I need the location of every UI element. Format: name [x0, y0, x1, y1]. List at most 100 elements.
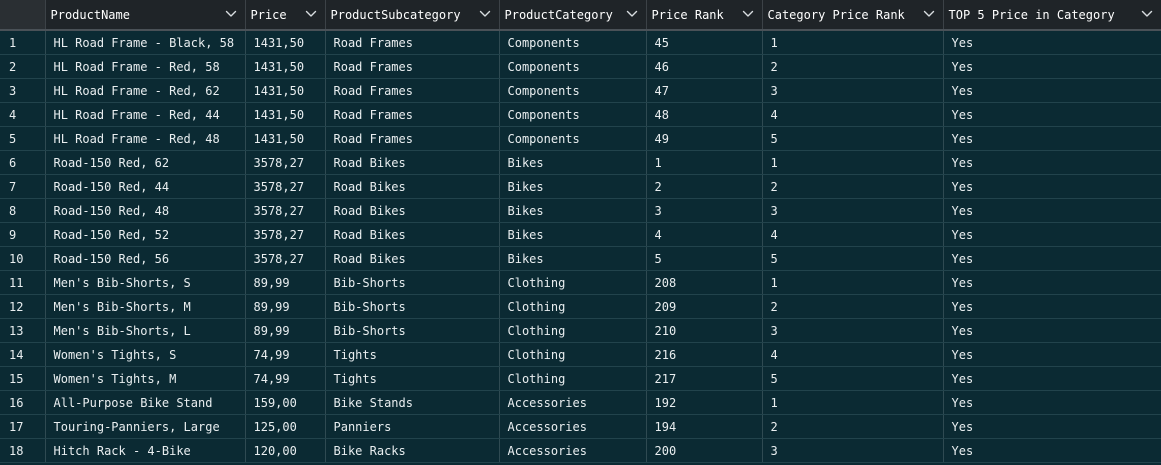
table-row[interactable]: 10 Road-150 Red, 56 3578,27 Road Bikes Bikes…	[0, 246, 1161, 271]
chevron-down-icon[interactable]	[305, 9, 317, 19]
cell-top5[interactable]: Yes	[943, 390, 1161, 415]
cell-price[interactable]: 74,99	[245, 366, 326, 391]
cell-productsubcategory[interactable]: Bib-Shorts	[325, 270, 500, 295]
cell-productcategory[interactable]: Bikes	[499, 222, 647, 247]
cell-top5[interactable]: Yes	[943, 438, 1161, 463]
chevron-down-icon[interactable]	[923, 9, 935, 19]
cell-productsubcategory[interactable]: Tights	[325, 366, 500, 391]
cell-productname[interactable]: Men's Bib-Shorts, S	[45, 270, 246, 295]
cell-productname[interactable]: Touring-Panniers, Large	[45, 414, 246, 439]
column-header-pricerank[interactable]: Price Rank	[646, 0, 763, 31]
cell-productname[interactable]: HL Road Frame - Red, 44	[45, 102, 246, 127]
cell-productcategory[interactable]: Bikes	[499, 174, 647, 199]
table-row[interactable]: 12 Men's Bib-Shorts, M 89,99 Bib-Shorts Clot…	[0, 294, 1161, 319]
row-number-cell[interactable]: 5	[0, 126, 46, 151]
cell-top5[interactable]: Yes	[943, 222, 1161, 247]
table-row[interactable]: 16 All-Purpose Bike Stand 159,00 Bike Stand…	[0, 390, 1161, 415]
cell-pricerank[interactable]: 48	[646, 102, 763, 127]
cell-pricerank[interactable]: 1	[646, 150, 763, 175]
cell-productcategory[interactable]: Bikes	[499, 150, 647, 175]
cell-top5[interactable]: Yes	[943, 270, 1161, 295]
row-number-cell[interactable]: 11	[0, 270, 46, 295]
table-row[interactable]: 14 Women's Tights, S 74,99 Tights Clothing 21…	[0, 342, 1161, 367]
cell-productcategory[interactable]: Accessories	[499, 390, 647, 415]
cell-productsubcategory[interactable]: Bike Stands	[325, 390, 500, 415]
cell-pricerank[interactable]: 3	[646, 198, 763, 223]
cell-top5[interactable]: Yes	[943, 30, 1161, 55]
table-row[interactable]: 13 Men's Bib-Shorts, L 89,99 Bib-Shorts Clot…	[0, 318, 1161, 343]
table-row[interactable]: 17 Touring-Panniers, Large 125,00 Panniers A…	[0, 414, 1161, 439]
cell-categorypricerank[interactable]: 4	[762, 222, 944, 247]
cell-productsubcategory[interactable]: Bike Racks	[325, 438, 500, 463]
cell-pricerank[interactable]: 194	[646, 414, 763, 439]
chevron-down-icon[interactable]	[742, 9, 754, 19]
row-number-cell[interactable]: 16	[0, 390, 46, 415]
cell-top5[interactable]: Yes	[943, 294, 1161, 319]
cell-price[interactable]: 3578,27	[245, 246, 326, 271]
cell-categorypricerank[interactable]: 5	[762, 246, 944, 271]
row-number-cell[interactable]: 6	[0, 150, 46, 175]
cell-productsubcategory[interactable]: Road Frames	[325, 54, 500, 79]
cell-productname[interactable]: HL Road Frame - Black, 58	[45, 30, 246, 55]
row-number-cell[interactable]: 8	[0, 198, 46, 223]
cell-pricerank[interactable]: 4	[646, 222, 763, 247]
row-number-cell[interactable]: 10	[0, 246, 46, 271]
cell-productcategory[interactable]: Components	[499, 126, 647, 151]
cell-productsubcategory[interactable]: Road Bikes	[325, 174, 500, 199]
cell-price[interactable]: 125,00	[245, 414, 326, 439]
cell-categorypricerank[interactable]: 5	[762, 366, 944, 391]
cell-categorypricerank[interactable]: 1	[762, 270, 944, 295]
chevron-down-icon[interactable]	[479, 9, 491, 19]
cell-top5[interactable]: Yes	[943, 174, 1161, 199]
row-number-header[interactable]	[0, 0, 46, 31]
row-number-cell[interactable]: 3	[0, 78, 46, 103]
cell-categorypricerank[interactable]: 3	[762, 438, 944, 463]
column-header-productsubcategory[interactable]: ProductSubcategory	[325, 0, 500, 31]
cell-price[interactable]: 3578,27	[245, 222, 326, 247]
table-row[interactable]: 7 Road-150 Red, 44 3578,27 Road Bikes Bikes 2…	[0, 174, 1161, 199]
cell-categorypricerank[interactable]: 1	[762, 30, 944, 55]
row-number-cell[interactable]: 9	[0, 222, 46, 247]
cell-price[interactable]: 3578,27	[245, 198, 326, 223]
table-row[interactable]: 5 HL Road Frame - Red, 48 1431,50 Road Fram…	[0, 126, 1161, 151]
table-row[interactable]: 11 Men's Bib-Shorts, S 89,99 Bib-Shorts Clot…	[0, 270, 1161, 295]
row-number-cell[interactable]: 13	[0, 318, 46, 343]
cell-productname[interactable]: Road-150 Red, 56	[45, 246, 246, 271]
cell-productcategory[interactable]: Accessories	[499, 414, 647, 439]
cell-top5[interactable]: Yes	[943, 366, 1161, 391]
cell-price[interactable]: 89,99	[245, 318, 326, 343]
table-row[interactable]: 15 Women's Tights, M 74,99 Tights Clothing 21…	[0, 366, 1161, 391]
cell-price[interactable]: 1431,50	[245, 102, 326, 127]
cell-price[interactable]: 1431,50	[245, 30, 326, 55]
cell-productsubcategory[interactable]: Road Bikes	[325, 222, 500, 247]
cell-top5[interactable]: Yes	[943, 102, 1161, 127]
row-number-cell[interactable]: 1	[0, 30, 46, 55]
cell-productname[interactable]: Road-150 Red, 44	[45, 174, 246, 199]
table-row[interactable]: 8 Road-150 Red, 48 3578,27 Road Bikes Bikes 3…	[0, 198, 1161, 223]
cell-top5[interactable]: Yes	[943, 246, 1161, 271]
column-header-productname[interactable]: ProductName	[45, 0, 246, 31]
cell-productcategory[interactable]: Components	[499, 30, 647, 55]
cell-categorypricerank[interactable]: 2	[762, 54, 944, 79]
cell-pricerank[interactable]: 217	[646, 366, 763, 391]
cell-productsubcategory[interactable]: Road Frames	[325, 30, 500, 55]
cell-productsubcategory[interactable]: Road Frames	[325, 102, 500, 127]
cell-price[interactable]: 120,00	[245, 438, 326, 463]
cell-price[interactable]: 3578,27	[245, 174, 326, 199]
cell-pricerank[interactable]: 2	[646, 174, 763, 199]
cell-pricerank[interactable]: 5	[646, 246, 763, 271]
cell-productcategory[interactable]: Components	[499, 54, 647, 79]
column-header-top5[interactable]: TOP 5 Price in Category	[943, 0, 1161, 31]
cell-pricerank[interactable]: 208	[646, 270, 763, 295]
row-number-cell[interactable]: 12	[0, 294, 46, 319]
cell-categorypricerank[interactable]: 5	[762, 126, 944, 151]
cell-pricerank[interactable]: 200	[646, 438, 763, 463]
cell-top5[interactable]: Yes	[943, 150, 1161, 175]
cell-productsubcategory[interactable]: Bib-Shorts	[325, 294, 500, 319]
cell-productcategory[interactable]: Accessories	[499, 438, 647, 463]
cell-productname[interactable]: Men's Bib-Shorts, M	[45, 294, 246, 319]
cell-categorypricerank[interactable]: 1	[762, 150, 944, 175]
table-row[interactable]: 1 HL Road Frame - Black, 58 1431,50 Road Fr…	[0, 30, 1161, 55]
table-row[interactable]: 18 Hitch Rack - 4-Bike 120,00 Bike Racks Acc…	[0, 438, 1161, 463]
cell-pricerank[interactable]: 210	[646, 318, 763, 343]
